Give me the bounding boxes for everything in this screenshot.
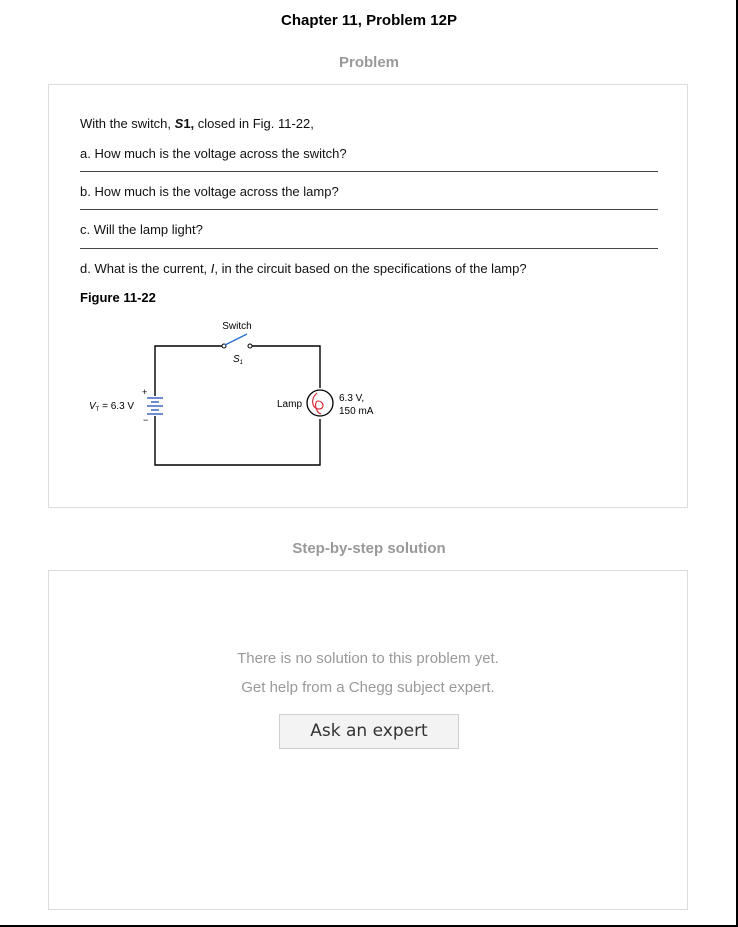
switch-label: Switch <box>222 321 251 332</box>
wire-left-top <box>154 345 223 396</box>
solution-section-label: Step-by-step solution <box>292 540 446 557</box>
circuit-diagram: Switch S1 + − VT = 6.3 V Lamp 6.3 V, 150… <box>89 321 374 466</box>
problem-intro: With the switch, S1, closed in Fig. 11-2… <box>80 116 314 131</box>
question-d: d. What is the current, I, in the circui… <box>80 261 527 276</box>
wire-top-right <box>251 345 321 388</box>
divider-b <box>80 209 658 210</box>
qd-suffix: , in the circuit based on the specificat… <box>214 261 527 276</box>
switch-terminal-right <box>247 343 253 349</box>
question-b: b. How much is the voltage across the la… <box>80 184 339 199</box>
figure-label: Figure 11-22 <box>80 290 156 305</box>
expert-help-message: Get help from a Chegg subject expert. <box>241 679 495 696</box>
ask-expert-button[interactable]: Ask an expert <box>279 714 459 749</box>
switch-name: S1 <box>233 354 243 366</box>
problem-section-label: Problem <box>338 54 399 71</box>
intro-switch-letter: S <box>174 116 184 131</box>
divider-a <box>80 171 658 172</box>
battery-symbol <box>147 397 163 415</box>
switch-blade <box>224 333 248 346</box>
lamp-rating-line2: 150 mA <box>339 406 374 417</box>
solution-card: There is no solution to this problem yet… <box>48 570 688 910</box>
lamp-label: Lamp <box>277 399 302 410</box>
voltage-value: = 6.3 V <box>99 401 134 412</box>
problem-card: With the switch, S1, closed in Fig. 11-2… <box>48 84 688 508</box>
question-a: a. How much is the voltage across the sw… <box>80 146 347 161</box>
intro-suffix: closed in Fig. 11-22, <box>194 116 314 131</box>
no-solution-message: There is no solution to this problem yet… <box>237 650 499 667</box>
intro-switch: S1, <box>175 116 195 131</box>
lamp-bulb <box>306 389 334 417</box>
question-c: c. Will the lamp light? <box>80 222 203 237</box>
battery-plus: + <box>142 387 147 397</box>
lamp-rating-line1: 6.3 V, <box>339 393 364 404</box>
page-title: Chapter 11, Problem 12P <box>281 12 457 29</box>
intro-prefix: With the switch, <box>80 116 175 131</box>
voltage-label: VT = 6.3 V <box>89 401 134 413</box>
switch-name-sub: 1 <box>240 360 243 366</box>
divider-c <box>80 248 658 249</box>
intro-switch-sub: 1, <box>183 116 195 131</box>
wire-bottom <box>154 416 321 466</box>
battery-minus: − <box>143 415 148 425</box>
qd-prefix: d. What is the current, <box>80 261 211 276</box>
